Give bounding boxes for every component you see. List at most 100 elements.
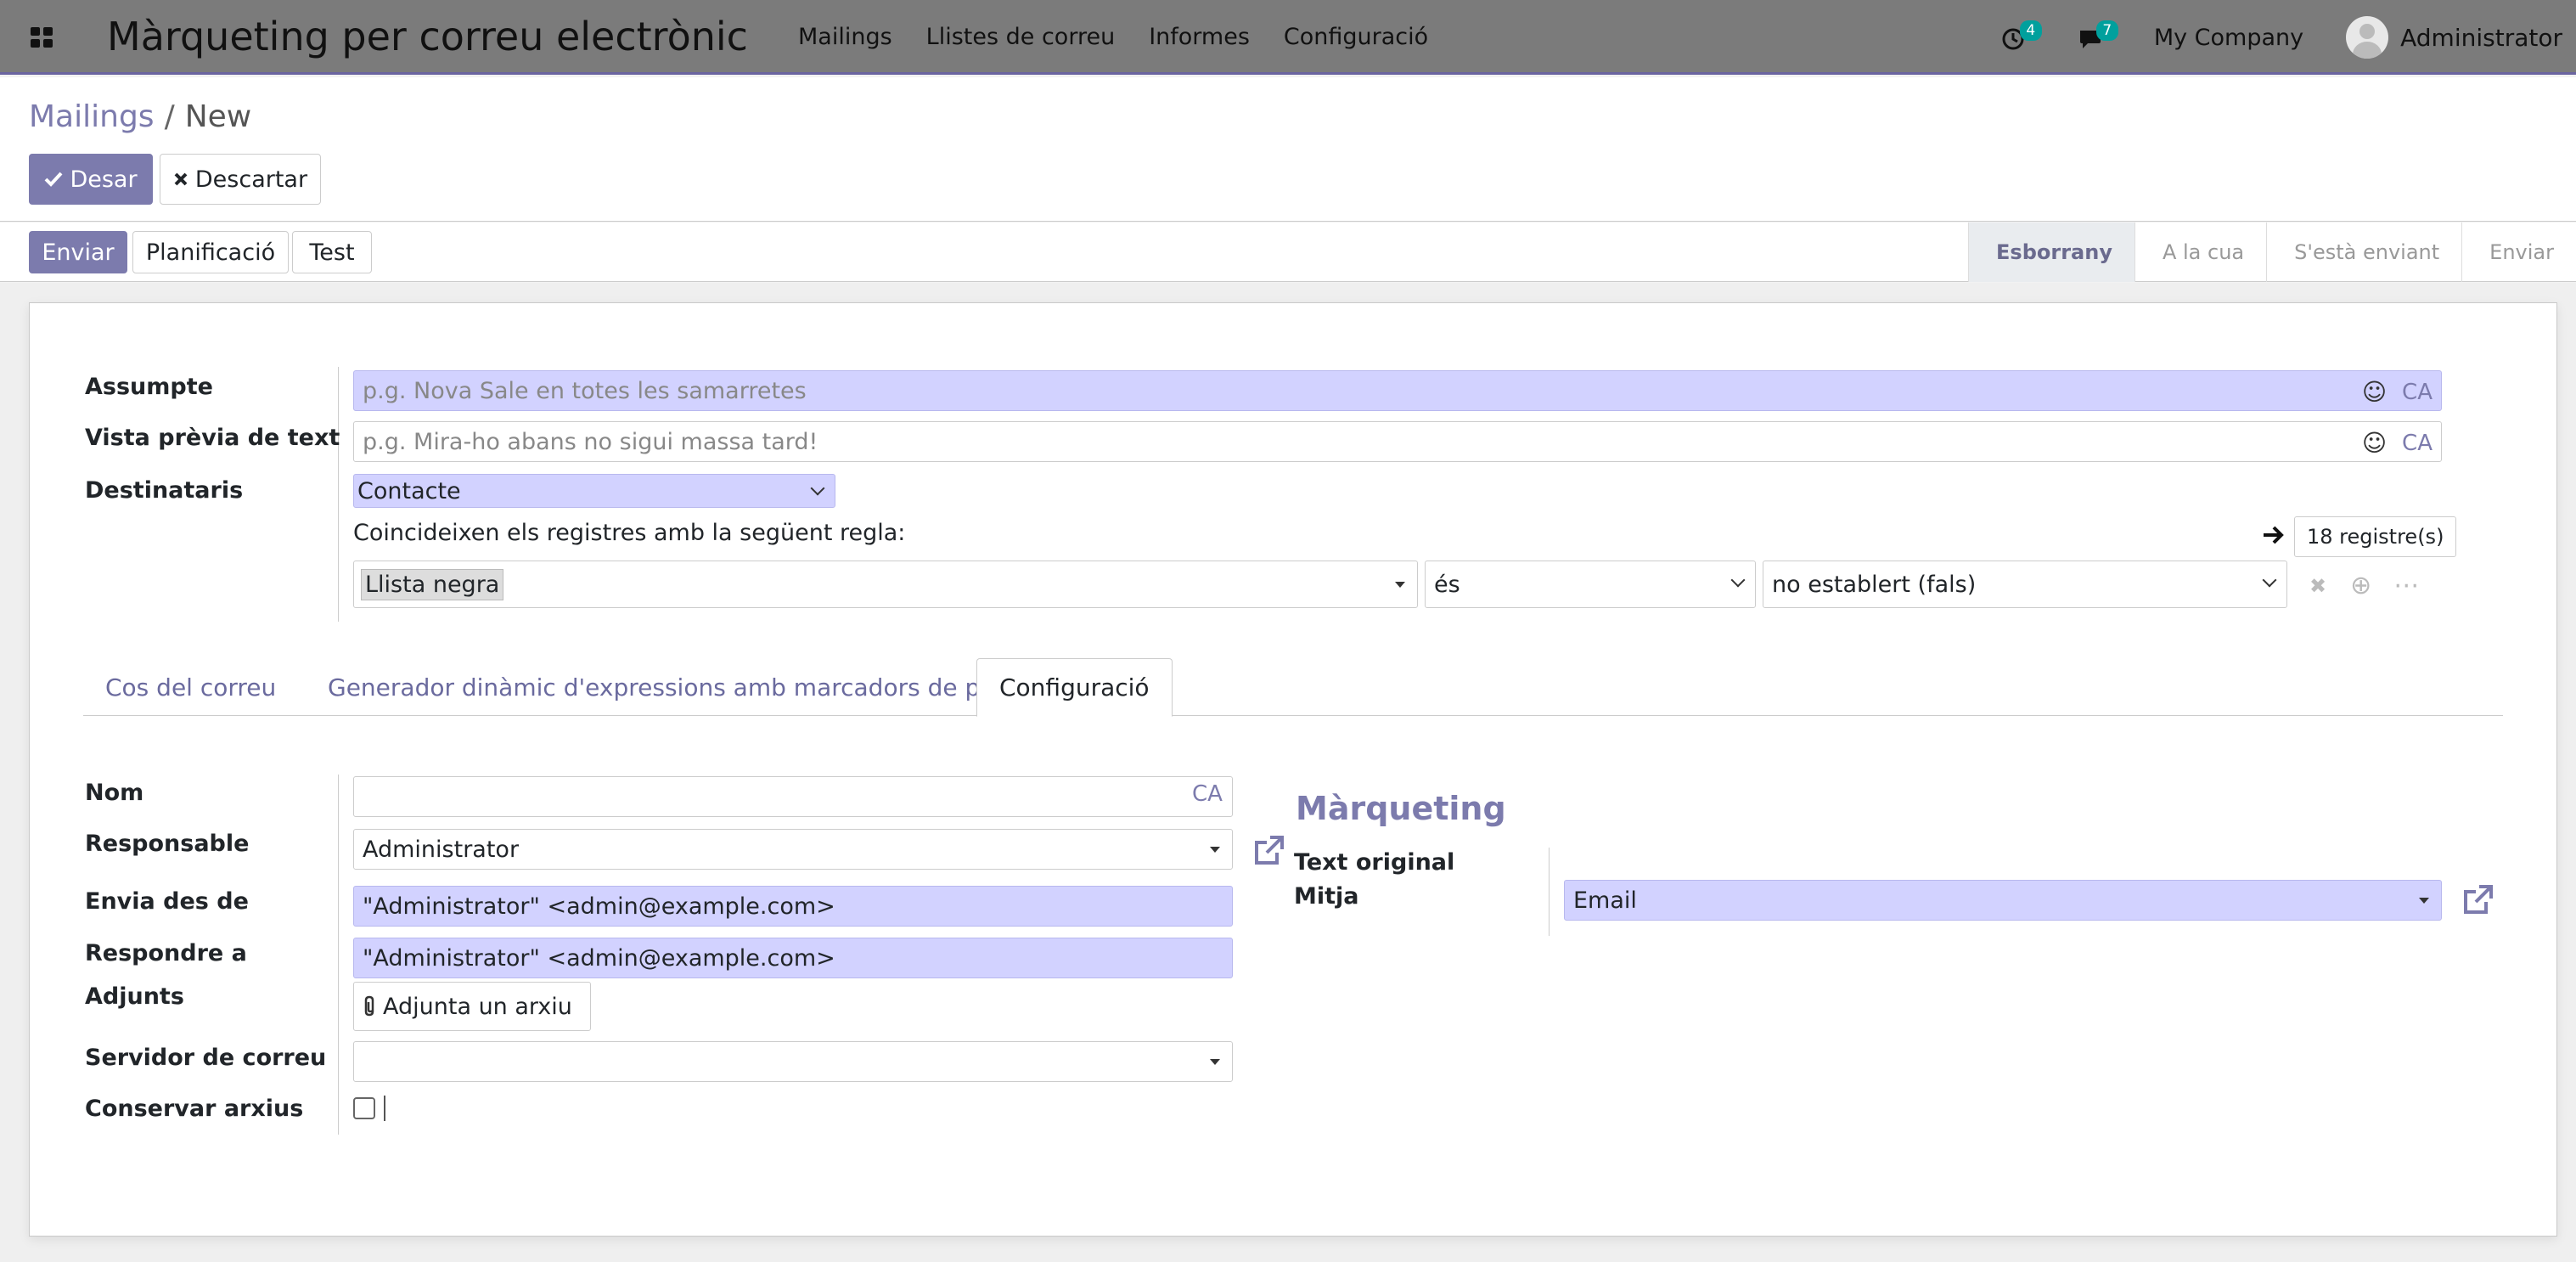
send-button[interactable]: Enviar (29, 231, 127, 273)
user-avatar[interactable] (2346, 16, 2389, 59)
keep-archives-checkbox[interactable] (353, 1097, 375, 1119)
close-icon (174, 172, 188, 186)
source-label: Text original (1294, 849, 1455, 876)
reply-to-input[interactable]: "Administrator" <admin@example.com> (353, 938, 1233, 978)
discard-button-label: Descartar (194, 166, 308, 193)
form-statusbar: Enviar Planificació Test Esborrany A la … (0, 223, 2576, 282)
mail-server-select[interactable] (353, 1041, 1233, 1082)
emoji-icon[interactable]: ☺ (2362, 429, 2387, 457)
responsible-label: Responsable (85, 831, 250, 857)
medium-value: Email (1573, 887, 1637, 914)
breadcrumb-mailings[interactable]: Mailings (29, 99, 155, 134)
domain-field-value: Llista negra (361, 568, 504, 600)
domain-value-select[interactable]: no establert (fals) (1763, 561, 2287, 608)
translate-button[interactable]: CA (2402, 431, 2433, 456)
chevron-down-icon (2262, 572, 2277, 588)
stage-bar: Esborrany A la cua S'està enviant Enviar (1968, 223, 2576, 282)
group-divider (338, 367, 339, 622)
recipients-value: Contacte (357, 477, 461, 504)
medium-label: Mitja (1294, 883, 1359, 910)
recipients-label: Destinataris (85, 477, 244, 504)
company-switcher[interactable]: My Company (2154, 25, 2303, 51)
systray: 4 7 My Company Administrator (2001, 0, 2576, 75)
preview-label: Vista prèvia de text (85, 425, 340, 451)
send-from-input[interactable]: "Administrator" <admin@example.com> (353, 886, 1233, 927)
caret-down-icon (2419, 898, 2429, 904)
notebook-tabs: Cos del correu Generador dinàmic d'expre… (83, 658, 2503, 717)
menu-item-reports[interactable]: Informes (1149, 24, 1250, 50)
name-translate-button[interactable]: CA (1192, 781, 1223, 807)
marketing-divider (1549, 848, 1550, 936)
messages-count-badge: 7 (2095, 20, 2118, 41)
mail-server-label: Servidor de correu (85, 1045, 327, 1071)
translate-button[interactable]: CA (2402, 380, 2433, 405)
delete-rule-icon[interactable]: ✖ (2309, 574, 2326, 598)
domain-tools: ✖ ⊕ ⋯ (2309, 571, 2419, 600)
keep-archives-label: Conservar arxius (85, 1096, 304, 1122)
domain-description: Coincideixen els registres amb la següen… (353, 520, 906, 546)
activity-count-badge: 4 (2019, 20, 2042, 41)
responsible-value: Administrator (363, 836, 520, 863)
add-rule-icon[interactable]: ⊕ (2350, 571, 2371, 600)
breadcrumb-current: New (184, 99, 252, 134)
subject-label: Assumpte (85, 374, 213, 400)
stage-sending[interactable]: S'està enviant (2266, 223, 2461, 282)
tab-mail-body[interactable]: Cos del correu (83, 658, 298, 716)
name-input[interactable] (353, 776, 1233, 817)
text-cursor (384, 1096, 385, 1121)
caret-down-icon (1395, 582, 1405, 588)
domain-operator-select[interactable]: és (1425, 561, 1756, 608)
settings-divider (338, 775, 339, 1135)
check-icon (45, 172, 63, 187)
medium-select[interactable]: Email (1564, 880, 2442, 921)
send-from-value: "Administrator" <admin@example.com> (363, 893, 835, 920)
chevron-down-icon (810, 481, 825, 496)
emoji-icon[interactable]: ☺ (2362, 378, 2387, 406)
attach-file-label: Adjunta un arxiu (383, 993, 572, 1020)
responsible-select[interactable]: Administrator (353, 829, 1233, 870)
tab-settings[interactable]: Configuració (976, 658, 1173, 717)
user-menu[interactable]: Administrator (2400, 24, 2562, 52)
reply-to-label: Respondre a (85, 940, 247, 966)
reply-to-value: "Administrator" <admin@example.com> (363, 944, 835, 972)
top-navbar: Màrqueting per correu electrònic Mailing… (0, 0, 2576, 75)
preview-input[interactable]: p.g. Mira-ho abans no sigui massa tard! … (353, 421, 2442, 462)
marketing-section-title: Màrqueting (1296, 790, 1506, 827)
domain-field-select[interactable]: Llista negra (353, 561, 1418, 608)
breadcrumb-separator: / (164, 99, 175, 134)
external-link-icon[interactable] (2461, 883, 2494, 917)
menu-item-configuration[interactable]: Configuració (1284, 24, 1428, 50)
caret-down-icon (1210, 847, 1220, 853)
name-label: Nom (85, 780, 144, 806)
test-button[interactable]: Test (292, 231, 372, 273)
stage-queued[interactable]: A la cua (2134, 223, 2266, 282)
recipients-select[interactable]: Contacte (353, 474, 835, 508)
subject-input[interactable]: p.g. Nova Sale en totes les samarretes ☺… (353, 370, 2442, 411)
external-link-icon[interactable] (1251, 834, 1285, 868)
preview-placeholder: p.g. Mira-ho abans no sigui massa tard! (363, 428, 818, 455)
apps-menu-icon[interactable] (31, 27, 53, 48)
discard-button[interactable]: Descartar (160, 154, 321, 205)
attachments-label: Adjunts (85, 983, 184, 1010)
chevron-down-icon (1730, 572, 1746, 588)
records-count-button[interactable]: 18 registre(s) (2294, 516, 2457, 557)
paperclip-icon (364, 995, 374, 1017)
save-button-label: Desar (70, 166, 138, 193)
caret-down-icon (1210, 1059, 1220, 1065)
activity-button[interactable]: 4 (2001, 20, 2052, 54)
menu-item-mailings[interactable]: Mailings (798, 24, 892, 50)
stage-draft[interactable]: Esborrany (1968, 223, 2134, 282)
schedule-button[interactable]: Planificació (132, 231, 289, 273)
more-options-icon[interactable]: ⋯ (2393, 571, 2419, 600)
stage-sent[interactable]: Enviar (2461, 223, 2576, 282)
tab-placeholder-generator[interactable]: Generador dinàmic d'expressions amb marc… (306, 658, 1070, 716)
attach-file-button[interactable]: Adjunta un arxiu (353, 982, 591, 1031)
domain-value-value: no establert (fals) (1772, 571, 1977, 598)
messages-button[interactable]: 7 (2078, 20, 2129, 54)
subject-placeholder: p.g. Nova Sale en totes les samarretes (363, 377, 807, 404)
main-menu: Mailings Llistes de correu Informes Conf… (798, 24, 1462, 50)
breadcrumb: Mailings / New (29, 99, 251, 134)
menu-item-mailing-lists[interactable]: Llistes de correu (926, 24, 1116, 50)
app-title: Màrqueting per correu electrònic (107, 14, 748, 59)
save-button[interactable]: Desar (29, 154, 153, 205)
